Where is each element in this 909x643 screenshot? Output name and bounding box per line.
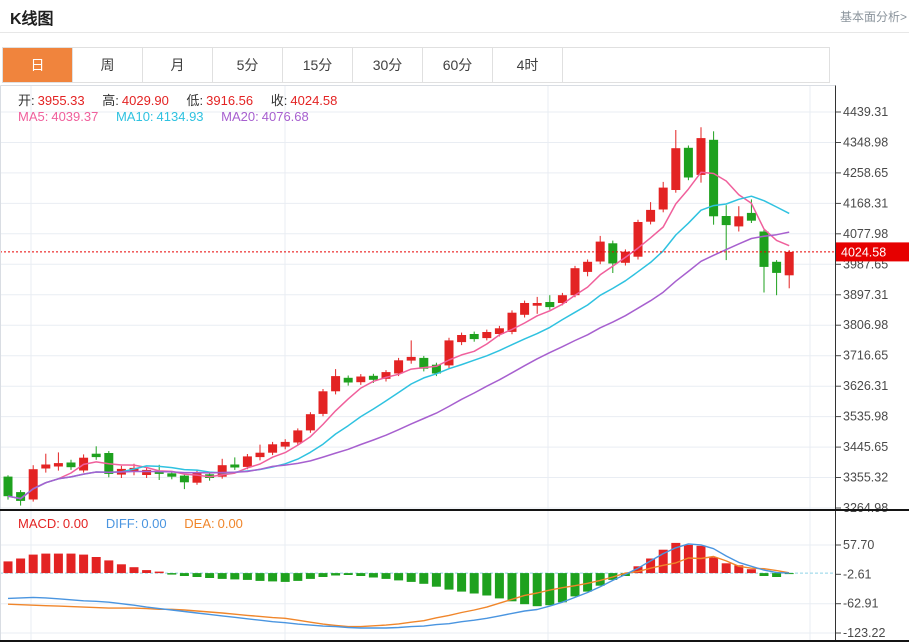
macd-label: MACD: <box>18 516 60 531</box>
svg-text:4258.65: 4258.65 <box>843 166 888 180</box>
diff-label: DIFF: <box>106 516 139 531</box>
high-value: 4029.90 <box>122 93 169 108</box>
svg-text:3806.98: 3806.98 <box>843 318 888 332</box>
ma5-label: MA5: <box>18 109 48 124</box>
svg-text:4024.58: 4024.58 <box>841 245 886 259</box>
svg-text:3445.65: 3445.65 <box>843 440 888 454</box>
dea-value: 0.00 <box>218 516 243 531</box>
svg-text:4077.98: 4077.98 <box>843 227 888 241</box>
svg-text:4168.31: 4168.31 <box>843 196 888 210</box>
svg-text:3355.32: 3355.32 <box>843 471 888 485</box>
svg-text:4348.98: 4348.98 <box>843 136 888 150</box>
ma10-value: 4134.93 <box>157 109 204 124</box>
low-value: 3916.56 <box>206 93 253 108</box>
svg-text:3535.98: 3535.98 <box>843 410 888 424</box>
svg-text:3264.98: 3264.98 <box>843 501 888 515</box>
svg-text:3716.65: 3716.65 <box>843 349 888 363</box>
ma-legend: MA5:4039.37 MA10:4134.93 MA20:4076.68 <box>18 109 323 124</box>
ma20-value: 4076.68 <box>262 109 309 124</box>
open-label: 开: <box>18 93 35 108</box>
close-value: 4024.58 <box>290 93 337 108</box>
ma10-label: MA10: <box>116 109 154 124</box>
macd-legend: MACD:0.00 DIFF:0.00 DEA:0.00 <box>18 516 257 531</box>
low-label: 低: <box>187 93 204 108</box>
svg-text:-2.61: -2.61 <box>843 567 872 581</box>
open-value: 3955.33 <box>38 93 85 108</box>
ma5-value: 4039.37 <box>51 109 98 124</box>
high-label: 高: <box>102 93 119 108</box>
svg-text:-123.22: -123.22 <box>843 626 885 640</box>
svg-text:57.70: 57.70 <box>843 538 874 552</box>
ohlc-legend: 开:3955.33 高:4029.90 低:3916.56 收:4024.58 <box>18 90 351 109</box>
svg-text:3626.31: 3626.31 <box>843 379 888 393</box>
diff-value: 0.00 <box>141 516 166 531</box>
ma20-label: MA20: <box>221 109 259 124</box>
svg-text:-62.91: -62.91 <box>843 597 878 611</box>
macd-value: 0.00 <box>63 516 88 531</box>
close-label: 收: <box>271 93 288 108</box>
dea-label: DEA: <box>184 516 214 531</box>
svg-text:4439.31: 4439.31 <box>843 105 888 119</box>
kline-page: K线图 基本面分析> 日周月5分15分30分60分4时 4439.314348.… <box>0 0 909 643</box>
svg-text:3897.31: 3897.31 <box>843 288 888 302</box>
